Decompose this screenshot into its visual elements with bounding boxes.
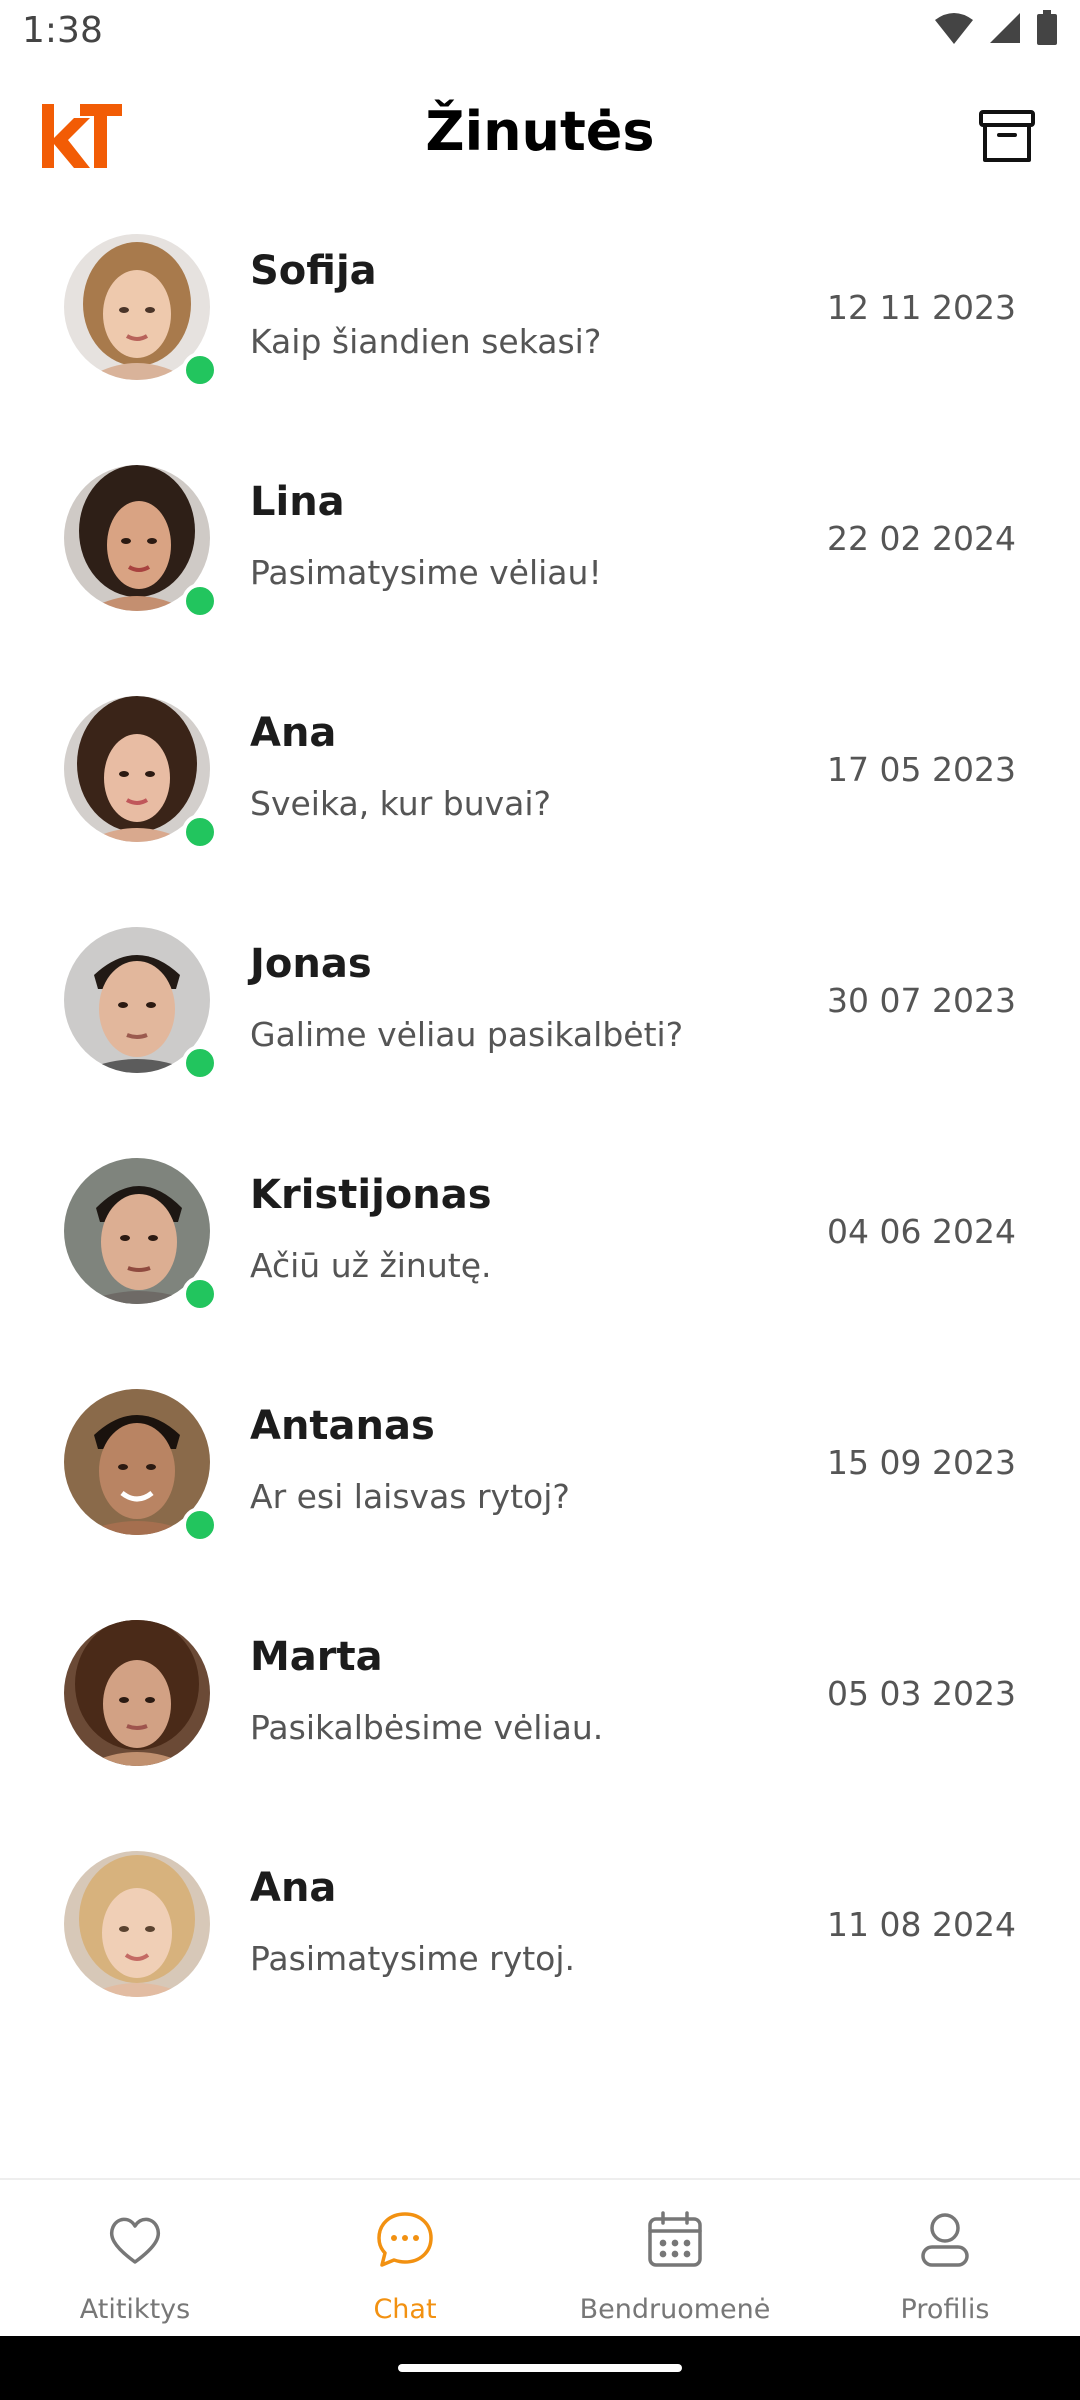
nav-label: Profilis	[900, 2294, 990, 2325]
message-date: 15 09 2023	[827, 1443, 1016, 1482]
online-indicator	[182, 1045, 218, 1081]
message-date: 12 11 2023	[827, 288, 1016, 327]
nav-item-profilis[interactable]: Profilis	[810, 2180, 1080, 2338]
message-preview: Galime vėliau pasikalbėti?	[250, 1015, 684, 1054]
message-preview: Pasikalbėsime vėliau.	[250, 1708, 604, 1747]
avatar-container	[64, 1389, 218, 1543]
system-navigation-bar	[0, 2336, 1080, 2400]
message-date: 30 07 2023	[827, 981, 1016, 1020]
user-icon	[921, 2213, 969, 2267]
avatar-container	[64, 1851, 212, 1999]
avatar-container	[64, 696, 218, 850]
message-preview: Ačiū už žinutę.	[250, 1246, 492, 1285]
online-indicator	[182, 1276, 218, 1312]
contact-name: Ana	[250, 710, 337, 756]
nav-item-bendruomene[interactable]: Bendruomenė	[540, 2180, 810, 2338]
contact-name: Antanas	[250, 1403, 435, 1449]
online-indicator	[182, 814, 218, 850]
avatar-container	[64, 465, 218, 619]
calendar-icon	[648, 2211, 702, 2267]
conversation-row[interactable]: Ana Pasimatysime rytoj. 11 08 2024	[0, 1827, 1080, 2058]
contact-name: Ana	[250, 1865, 337, 1911]
message-preview: Pasimatysime rytoj.	[250, 1939, 576, 1978]
conversation-row[interactable]: Lina Pasimatysime vėliau! 22 02 2024	[0, 441, 1080, 672]
message-preview: Kaip šiandien sekasi?	[250, 322, 602, 361]
cell-signal-icon	[990, 13, 1020, 43]
avatar-container	[64, 1618, 212, 1768]
contact-name: Kristijonas	[250, 1172, 492, 1218]
message-preview: Sveika, kur buvai?	[250, 784, 552, 823]
online-indicator	[182, 1507, 218, 1543]
nav-label: Chat	[373, 2294, 437, 2325]
message-preview: Ar esi laisvas rytoj?	[250, 1477, 570, 1516]
avatar	[64, 1851, 210, 1997]
conversation-row[interactable]: Ana Sveika, kur buvai? 17 05 2023	[0, 672, 1080, 903]
nav-label: Atitiktys	[79, 2294, 191, 2325]
wifi-icon	[935, 13, 973, 44]
archive-icon[interactable]	[978, 108, 1036, 166]
online-indicator	[182, 352, 218, 388]
conversation-row[interactable]: Kristijonas Ačiū už žinutę. 04 06 2024	[0, 1134, 1080, 1365]
avatar-container	[64, 927, 218, 1081]
avatar-container	[64, 1158, 218, 1312]
bottom-navigation: Atitiktys Chat Bendruomenė Profilis	[0, 2178, 1080, 2338]
avatar-container	[64, 234, 218, 388]
status-time: 1:38	[22, 10, 103, 51]
message-date: 05 03 2023	[827, 1674, 1016, 1713]
conversation-row[interactable]: Antanas Ar esi laisvas rytoj? 15 09 2023	[0, 1365, 1080, 1596]
nav-item-chat[interactable]: Chat	[270, 2180, 540, 2338]
status-icons	[934, 10, 1058, 46]
avatar	[64, 1618, 210, 1766]
conversation-row[interactable]: Marta Pasikalbėsime vėliau. 05 03 2023	[0, 1596, 1080, 1827]
home-indicator[interactable]	[398, 2364, 682, 2372]
contact-name: Lina	[250, 479, 345, 525]
heart-icon	[109, 2217, 161, 2264]
message-date: 22 02 2024	[827, 519, 1016, 558]
app-header: Žinutės	[0, 64, 1080, 214]
message-date: 04 06 2024	[827, 1212, 1016, 1251]
message-date: 17 05 2023	[827, 750, 1016, 789]
online-indicator	[182, 583, 218, 619]
message-date: 11 08 2024	[827, 1905, 1016, 1944]
conversation-row[interactable]: Sofija Kaip šiandien sekasi? 12 11 2023	[0, 210, 1080, 441]
conversation-row[interactable]: Jonas Galime vėliau pasikalbėti? 30 07 2…	[0, 903, 1080, 1134]
contact-name: Jonas	[250, 941, 372, 987]
nav-item-atitiktys[interactable]: Atitiktys	[0, 2180, 270, 2338]
nav-label: Bendruomenė	[579, 2294, 771, 2325]
status-bar: 1:38	[0, 0, 1080, 64]
contact-name: Marta	[250, 1634, 383, 1680]
battery-icon	[1037, 10, 1057, 45]
chat-bubble-icon	[377, 2212, 433, 2267]
contact-name: Sofija	[250, 248, 377, 294]
message-preview: Pasimatysime vėliau!	[250, 553, 602, 592]
page-title: Žinutės	[425, 100, 655, 163]
